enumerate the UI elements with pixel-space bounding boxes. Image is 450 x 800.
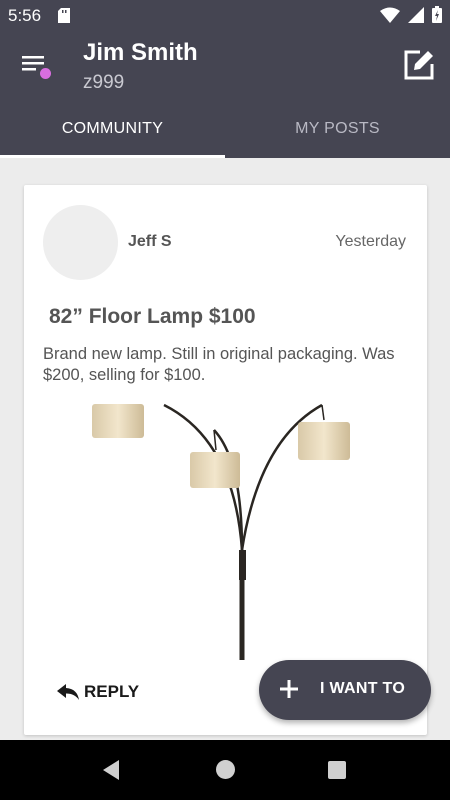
recent-apps-icon[interactable] [328,761,346,779]
reply-button[interactable]: REPLY [56,682,139,702]
app-bar: Jim Smith z999 [0,32,450,100]
signal-icon [408,6,424,28]
home-icon[interactable] [216,760,235,779]
tab-community[interactable]: COMMUNITY [0,100,225,158]
plus-icon [280,680,298,698]
tab-bar: COMMUNITY MY POSTS [0,100,450,158]
i-want-to-button[interactable]: I WANT TO [259,660,431,720]
status-time: 5:56 [8,6,42,25]
status-icons [380,6,442,28]
edit-icon [404,50,434,80]
fab-label: I WANT TO [320,680,406,697]
reply-icon [57,684,79,700]
system-nav-bar [0,740,450,800]
tab-my-posts[interactable]: MY POSTS [225,100,450,158]
post-card[interactable]: Jeff S Yesterday 82” Floor Lamp $100 Bra… [24,185,427,735]
post-date: Yesterday [335,233,406,250]
back-icon[interactable] [102,759,120,781]
sd-card-icon [58,8,70,28]
post-title: 82” Floor Lamp $100 [49,305,256,328]
user-id: z999 [83,72,125,93]
post-author: Jeff S [128,233,172,250]
post-body: Brand new lamp. Still in original packag… [43,345,395,384]
reply-label: REPLY [84,682,140,701]
floor-lamp-image [92,403,350,660]
wifi-icon [380,7,400,28]
menu-button[interactable] [20,54,54,82]
notification-dot [40,68,51,79]
battery-icon [432,6,442,28]
status-bar: 5:56 [0,0,450,32]
edit-button[interactable] [402,48,436,82]
avatar [43,205,118,280]
user-name: Jim Smith [83,39,198,66]
